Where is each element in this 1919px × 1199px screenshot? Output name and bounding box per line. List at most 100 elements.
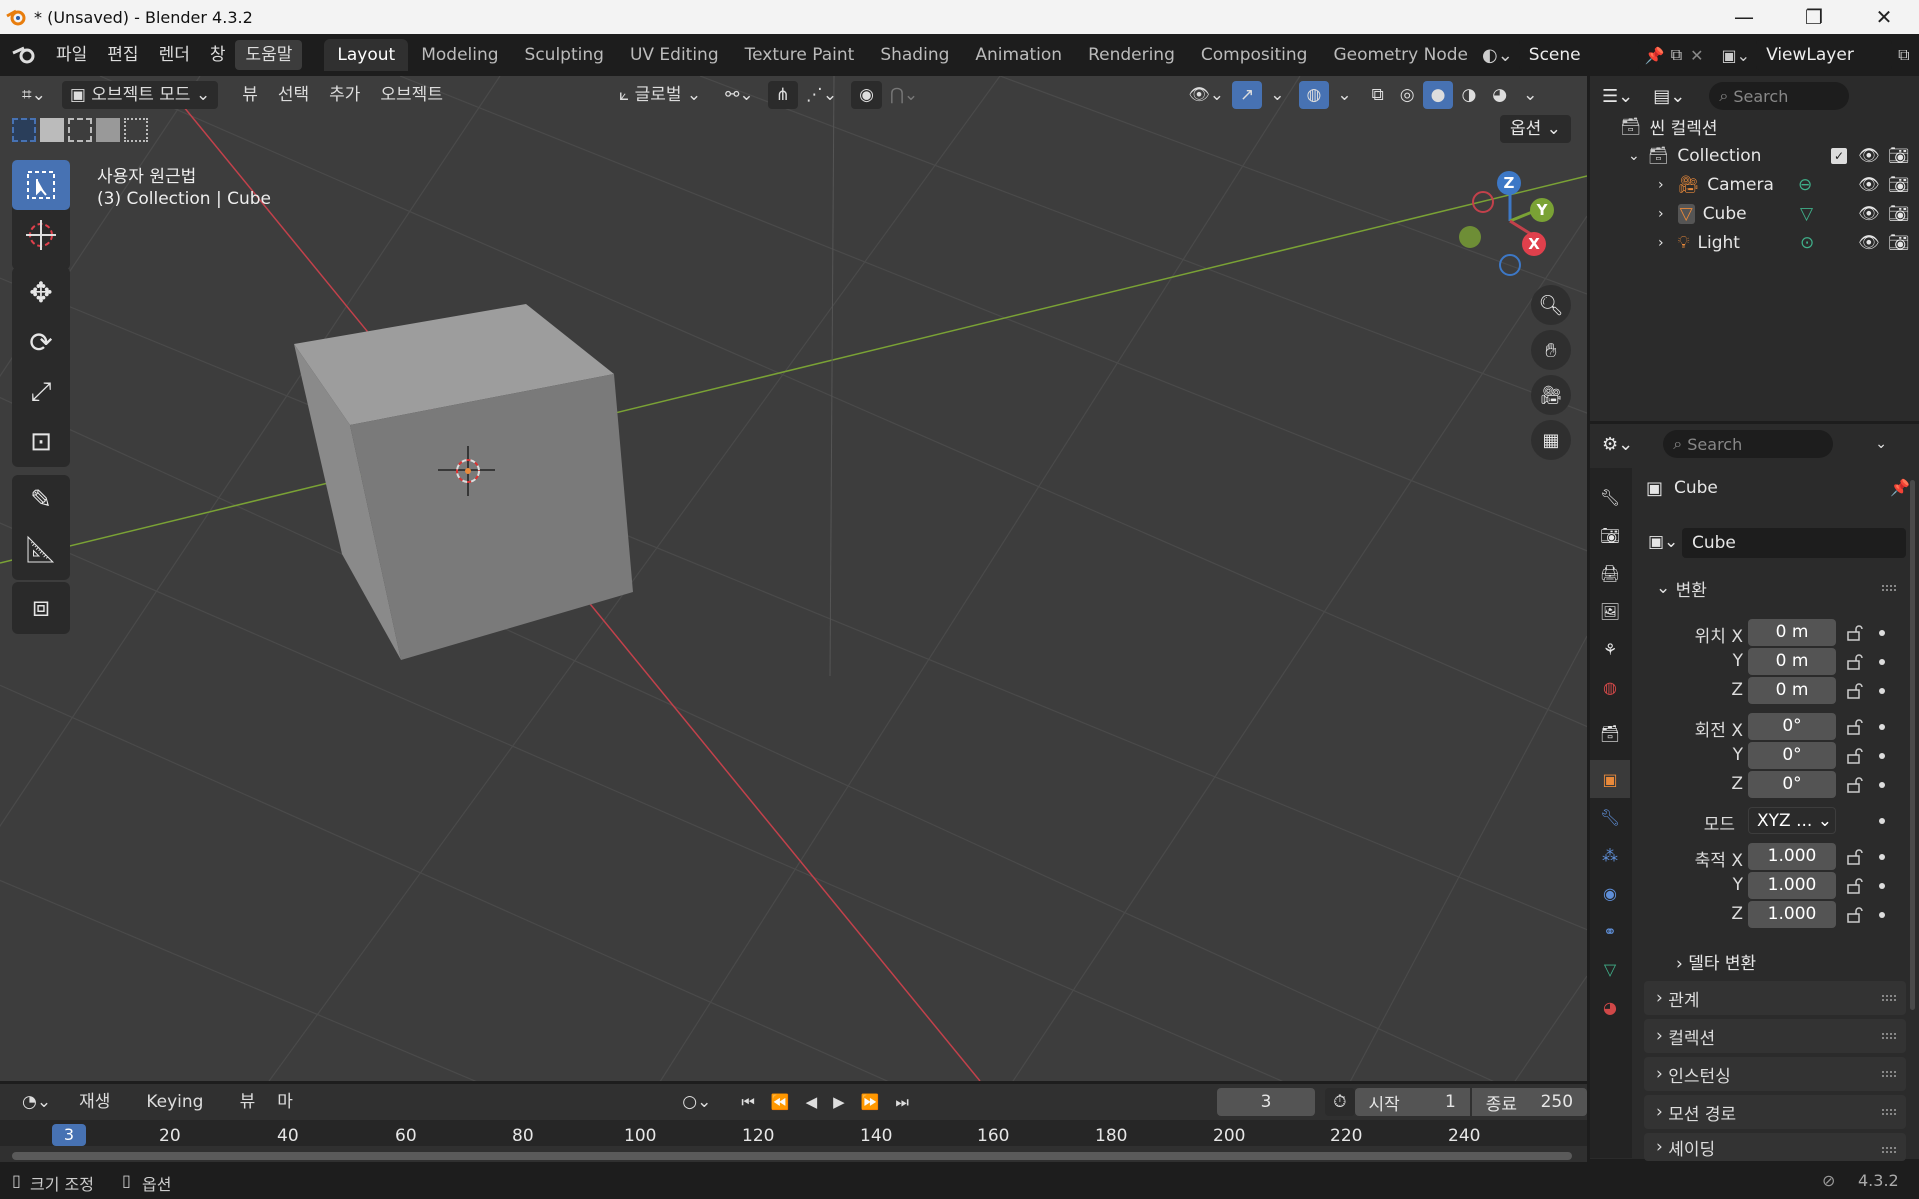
tab-collection[interactable]: 🗃︎ bbox=[1590, 714, 1630, 752]
view-layer-field[interactable]: ViewLayer bbox=[1756, 40, 1893, 70]
blender-menu-icon[interactable] bbox=[10, 43, 40, 67]
outliner-editor-icon[interactable]: ☰⌄ bbox=[1602, 86, 1633, 107]
render-camera-icon[interactable]: 📷︎ bbox=[1888, 233, 1910, 253]
scale-y-field[interactable]: 1.000 bbox=[1748, 872, 1836, 899]
relations-panel-header[interactable]: › 관계 bbox=[1644, 981, 1906, 1015]
scale-x-field[interactable]: 1.000 bbox=[1748, 843, 1836, 870]
keyframe-dot-icon[interactable] bbox=[1879, 659, 1885, 665]
lock-icon[interactable] bbox=[1846, 654, 1864, 670]
visibility-icon[interactable]: 👁︎⌄ bbox=[1180, 81, 1232, 109]
tab-data[interactable]: ▽ bbox=[1590, 950, 1630, 988]
motion-paths-panel-header[interactable]: › 모션 경로 bbox=[1644, 1095, 1906, 1129]
auto-keying-icon[interactable]: ○⌄ bbox=[674, 1088, 719, 1116]
eye-icon[interactable]: 👁︎ bbox=[1858, 146, 1880, 166]
overlay-toggle-icon[interactable]: ◍ bbox=[1298, 81, 1330, 109]
menu-render[interactable]: 렌더 bbox=[149, 40, 200, 70]
scene-field[interactable]: Scene bbox=[1518, 40, 1639, 70]
proportional-edit-icon[interactable]: ◉ bbox=[851, 81, 882, 109]
tab-modifiers[interactable]: 🔧︎ bbox=[1590, 798, 1630, 836]
tree-item-light[interactable]: › 💡︎ Light ⊙ 👁︎ 📷︎ bbox=[1590, 228, 1919, 257]
shading-menu-icon[interactable]: ⌄ bbox=[1515, 81, 1545, 109]
eye-icon[interactable]: 👁︎ bbox=[1858, 204, 1880, 224]
menu-object[interactable]: 오브젝트 bbox=[372, 81, 451, 109]
menu-edit[interactable]: 편집 bbox=[97, 40, 148, 70]
maximize-button[interactable]: ❐ bbox=[1779, 0, 1849, 34]
ortho-toggle-button[interactable]: ▦ bbox=[1531, 420, 1571, 460]
drag-grip-icon[interactable] bbox=[1882, 995, 1896, 1001]
rotation-mode-dropdown[interactable]: XYZ ... ⌄ bbox=[1748, 807, 1836, 834]
tab-physics[interactable]: ◉ bbox=[1590, 874, 1630, 912]
drag-grip-icon[interactable] bbox=[1882, 1109, 1896, 1115]
menu-file[interactable]: 파일 bbox=[46, 40, 97, 70]
end-frame-field[interactable]: 종료 250 bbox=[1471, 1088, 1588, 1116]
stopwatch-icon[interactable]: ⏱︎ bbox=[1325, 1088, 1355, 1116]
pan-button[interactable]: ✋︎ bbox=[1531, 330, 1571, 370]
play-icon[interactable]: ▶ bbox=[825, 1088, 853, 1116]
rotation-z-field[interactable]: 0° bbox=[1748, 771, 1836, 798]
tab-layout[interactable]: Layout bbox=[324, 39, 409, 71]
tab-modeling[interactable]: Modeling bbox=[408, 39, 511, 71]
menu-select[interactable]: 선택 bbox=[270, 81, 317, 109]
tool-move[interactable]: ✥ bbox=[12, 267, 70, 317]
transform-panel-header[interactable]: ⌄ 변환 bbox=[1644, 571, 1906, 605]
object-name-field[interactable]: Cube bbox=[1682, 528, 1906, 558]
drag-grip-icon[interactable] bbox=[1882, 1033, 1896, 1039]
tree-item-camera[interactable]: › 🎥︎ Camera ⊖ 👁︎ 📷︎ bbox=[1590, 170, 1919, 199]
lock-icon[interactable] bbox=[1846, 748, 1864, 764]
eye-icon[interactable]: 👁︎ bbox=[1858, 233, 1880, 253]
gizmo-y-axis[interactable]: Y bbox=[1530, 198, 1554, 222]
display-mode-icon[interactable]: ▤⌄ bbox=[1653, 86, 1685, 107]
editor-type-icon[interactable]: ⌗⌄ bbox=[14, 81, 54, 109]
tab-compositing[interactable]: Compositing bbox=[1188, 39, 1321, 71]
network-off-icon[interactable]: ⊘ bbox=[1822, 1171, 1835, 1190]
tool-select-box[interactable] bbox=[12, 160, 70, 210]
pivot-point-icon[interactable]: ⚯⌄ bbox=[717, 81, 762, 109]
tab-world[interactable]: ◍ bbox=[1590, 668, 1630, 706]
keyframe-dot-icon[interactable] bbox=[1879, 753, 1885, 759]
lock-icon[interactable] bbox=[1846, 719, 1864, 735]
jump-keyframe-back-icon[interactable]: ⏪ bbox=[763, 1088, 798, 1116]
tab-uv-editing[interactable]: UV Editing bbox=[617, 39, 732, 71]
light-data-icon[interactable]: ⊙ bbox=[1800, 233, 1814, 253]
scene-selector-icon[interactable]: ◐⌄ bbox=[1482, 45, 1513, 66]
keyframe-dot-icon[interactable] bbox=[1879, 854, 1885, 860]
tab-material[interactable]: ◕ bbox=[1590, 988, 1630, 1026]
tab-rendering[interactable]: Rendering bbox=[1075, 39, 1188, 71]
tab-view-layer[interactable]: 🖼︎ bbox=[1590, 592, 1630, 630]
gizmo-toggle-icon[interactable]: ↗ bbox=[1232, 81, 1263, 109]
menu-view[interactable]: 뷰 bbox=[234, 81, 266, 109]
timeline-scrollbar[interactable] bbox=[12, 1152, 1572, 1160]
shading-material-icon[interactable]: ◑ bbox=[1453, 81, 1484, 109]
render-camera-icon[interactable]: 📷︎ bbox=[1888, 175, 1910, 195]
chevron-right-icon[interactable]: › bbox=[1658, 206, 1664, 222]
transform-orientation-dropdown[interactable]: ⟀ 글로벌 ⌄ bbox=[611, 81, 709, 109]
drag-grip-icon[interactable] bbox=[1882, 585, 1896, 591]
tree-collection[interactable]: ⌄ 🗃︎ Collection ✓ 👁︎ 📷︎ bbox=[1590, 141, 1919, 170]
keyframe-dot-icon[interactable] bbox=[1879, 688, 1885, 694]
tab-render[interactable]: 📷︎ bbox=[1590, 516, 1630, 554]
new-view-layer-icon[interactable]: ⧉ bbox=[1898, 45, 1909, 65]
snap-icon[interactable]: ⋔ bbox=[767, 81, 798, 109]
options-dropdown[interactable]: 옵션 ⌄ bbox=[1500, 115, 1571, 143]
select-box-intersect-icon[interactable] bbox=[124, 118, 148, 142]
select-box-new-icon[interactable] bbox=[12, 118, 36, 142]
tab-output[interactable]: 🖨︎ bbox=[1590, 554, 1630, 592]
keyframe-dot-icon[interactable] bbox=[1879, 782, 1885, 788]
keyframe-dot-icon[interactable] bbox=[1879, 630, 1885, 636]
tool-rotate[interactable]: ⟳ bbox=[12, 317, 70, 367]
overlay-menu-icon[interactable]: ⌄ bbox=[1329, 81, 1359, 109]
collections-panel-header[interactable]: › 컬렉션 bbox=[1644, 1019, 1906, 1053]
properties-options-icon[interactable]: ⌄ bbox=[1875, 436, 1887, 452]
gizmo-menu-icon[interactable]: ⌄ bbox=[1262, 81, 1292, 109]
tool-annotate[interactable]: ✎ bbox=[12, 475, 70, 525]
gizmo-x-axis[interactable]: X bbox=[1522, 232, 1546, 256]
delta-transform-subpanel[interactable]: › 델타 변환 bbox=[1676, 949, 1756, 974]
timeline-editor-icon[interactable]: ◔⌄ bbox=[14, 1088, 59, 1116]
tree-scene-collection[interactable]: 🗃︎ 씬 컬렉션 bbox=[1590, 112, 1919, 141]
tab-constraints[interactable]: ⚭ bbox=[1590, 912, 1630, 950]
tab-geometry-node[interactable]: Geometry Node bbox=[1320, 39, 1472, 71]
drag-grip-icon[interactable] bbox=[1882, 1147, 1896, 1153]
mesh-data-icon[interactable]: ▽ bbox=[1800, 204, 1813, 224]
tab-animation[interactable]: Animation bbox=[962, 39, 1075, 71]
chevron-down-icon[interactable]: ⌄ bbox=[1628, 148, 1640, 164]
